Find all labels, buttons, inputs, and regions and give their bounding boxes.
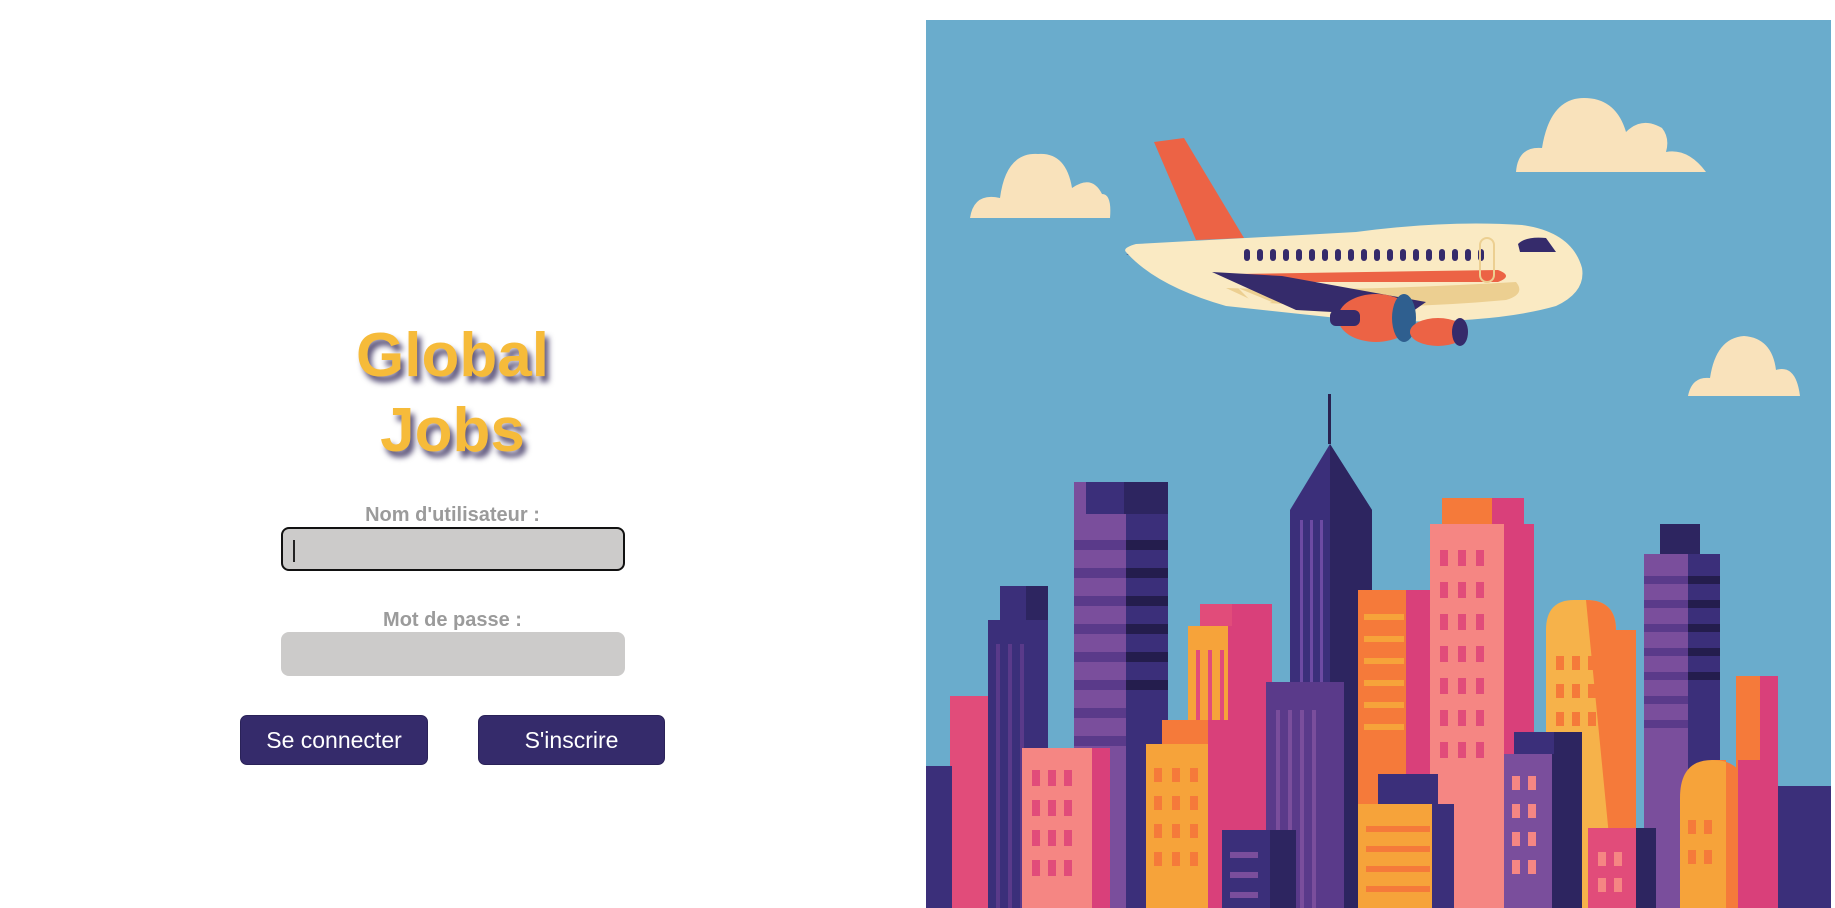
password-input[interactable] bbox=[281, 632, 625, 676]
brand-line-2: Jobs bbox=[380, 396, 525, 465]
username-label: Nom d'utilisateur : bbox=[365, 504, 540, 526]
signup-button[interactable]: S'inscrire bbox=[478, 715, 665, 765]
airplane-city-illustration bbox=[926, 20, 1831, 908]
text-cursor bbox=[293, 540, 295, 562]
brand-logo: Global Jobs bbox=[340, 318, 565, 468]
login-button[interactable]: Se connecter bbox=[240, 715, 428, 765]
password-label: Mot de passe : bbox=[383, 609, 522, 631]
airplane-over-city-icon bbox=[926, 20, 1831, 908]
username-input[interactable] bbox=[281, 527, 625, 571]
brand-line-1: Global bbox=[356, 321, 549, 390]
login-panel: Global Jobs Nom d'utilisateur : Mot de p… bbox=[0, 0, 925, 908]
